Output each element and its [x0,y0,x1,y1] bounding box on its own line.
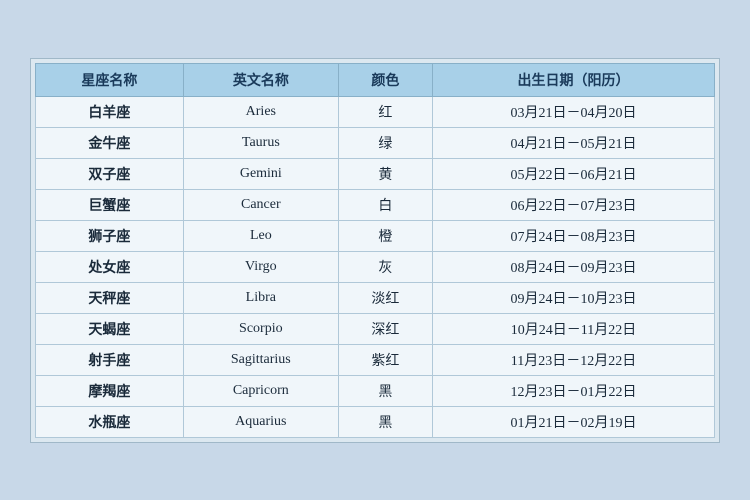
cell-english-name: Taurus [183,127,338,158]
cell-color: 灰 [338,251,432,282]
cell-dates: 08月24日－09月23日 [432,251,714,282]
cell-color: 橙 [338,220,432,251]
cell-color: 白 [338,189,432,220]
table-row: 狮子座Leo橙07月24日－08月23日 [36,220,715,251]
cell-dates: 10月24日－11月22日 [432,313,714,344]
cell-english-name: Leo [183,220,338,251]
cell-color: 黄 [338,158,432,189]
cell-english-name: Libra [183,282,338,313]
cell-chinese-name: 金牛座 [36,127,184,158]
cell-dates: 04月21日－05月21日 [432,127,714,158]
cell-color: 黑 [338,375,432,406]
cell-english-name: Virgo [183,251,338,282]
cell-english-name: Capricorn [183,375,338,406]
table-row: 处女座Virgo灰08月24日－09月23日 [36,251,715,282]
cell-chinese-name: 射手座 [36,344,184,375]
cell-english-name: Aries [183,96,338,127]
cell-chinese-name: 狮子座 [36,220,184,251]
cell-chinese-name: 天蝎座 [36,313,184,344]
table-row: 巨蟹座Cancer白06月22日－07月23日 [36,189,715,220]
cell-chinese-name: 白羊座 [36,96,184,127]
table-row: 天秤座Libra淡红09月24日－10月23日 [36,282,715,313]
cell-dates: 09月24日－10月23日 [432,282,714,313]
table-row: 天蝎座Scorpio深红10月24日－11月22日 [36,313,715,344]
cell-chinese-name: 巨蟹座 [36,189,184,220]
cell-chinese-name: 天秤座 [36,282,184,313]
zodiac-table: 星座名称 英文名称 颜色 出生日期（阳历） 白羊座Aries红03月21日－04… [35,63,715,438]
cell-dates: 06月22日－07月23日 [432,189,714,220]
cell-english-name: Cancer [183,189,338,220]
cell-color: 淡红 [338,282,432,313]
cell-color: 红 [338,96,432,127]
table-row: 金牛座Taurus绿04月21日－05月21日 [36,127,715,158]
cell-english-name: Scorpio [183,313,338,344]
table-header-row: 星座名称 英文名称 颜色 出生日期（阳历） [36,63,715,96]
cell-chinese-name: 双子座 [36,158,184,189]
cell-color: 黑 [338,406,432,437]
table-body: 白羊座Aries红03月21日－04月20日金牛座Taurus绿04月21日－0… [36,96,715,437]
cell-color: 绿 [338,127,432,158]
cell-chinese-name: 摩羯座 [36,375,184,406]
header-color: 颜色 [338,63,432,96]
cell-english-name: Aquarius [183,406,338,437]
table-row: 摩羯座Capricorn黑12月23日－01月22日 [36,375,715,406]
cell-chinese-name: 水瓶座 [36,406,184,437]
cell-chinese-name: 处女座 [36,251,184,282]
cell-color: 深红 [338,313,432,344]
zodiac-table-container: 星座名称 英文名称 颜色 出生日期（阳历） 白羊座Aries红03月21日－04… [30,58,720,443]
table-row: 水瓶座Aquarius黑01月21日－02月19日 [36,406,715,437]
cell-dates: 11月23日－12月22日 [432,344,714,375]
header-chinese-name: 星座名称 [36,63,184,96]
cell-dates: 03月21日－04月20日 [432,96,714,127]
cell-english-name: Gemini [183,158,338,189]
cell-dates: 12月23日－01月22日 [432,375,714,406]
header-english-name: 英文名称 [183,63,338,96]
cell-dates: 05月22日－06月21日 [432,158,714,189]
table-row: 射手座Sagittarius紫红11月23日－12月22日 [36,344,715,375]
cell-color: 紫红 [338,344,432,375]
cell-dates: 07月24日－08月23日 [432,220,714,251]
cell-dates: 01月21日－02月19日 [432,406,714,437]
header-dates: 出生日期（阳历） [432,63,714,96]
cell-english-name: Sagittarius [183,344,338,375]
table-row: 双子座Gemini黄05月22日－06月21日 [36,158,715,189]
table-row: 白羊座Aries红03月21日－04月20日 [36,96,715,127]
